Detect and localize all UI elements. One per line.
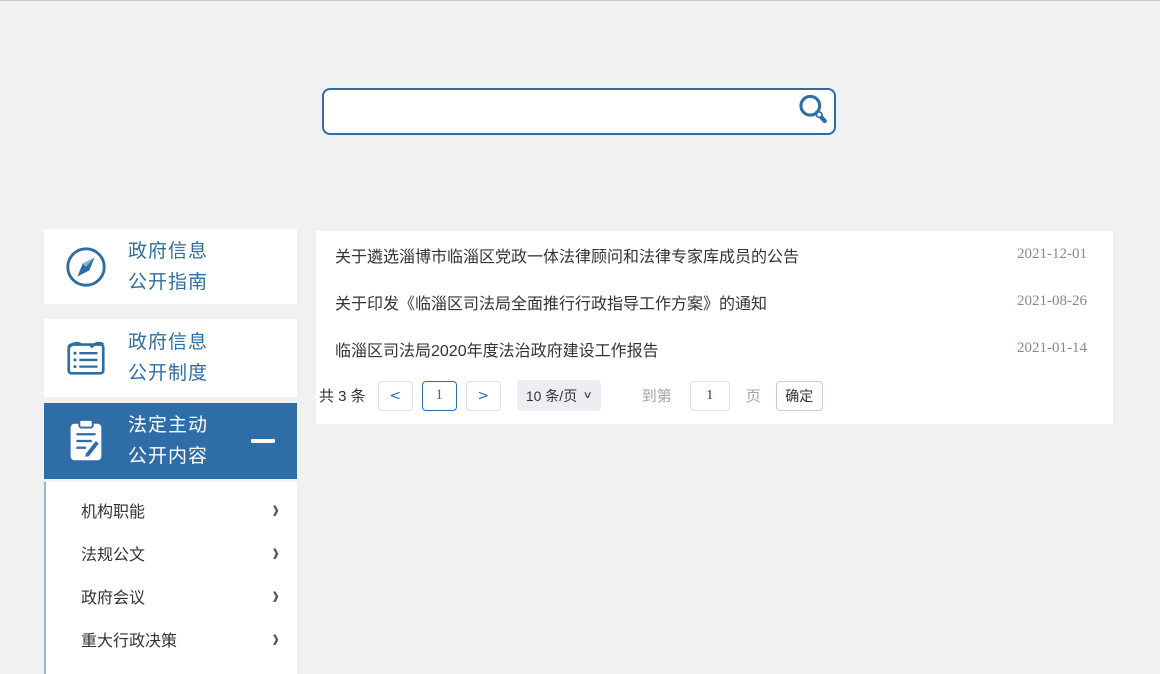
prev-page-button[interactable]: <: [377, 380, 413, 411]
chevron-right-icon: ›: [272, 580, 279, 611]
article-link[interactable]: 关于印发《临淄区司法局全面推行行政指导工作方案》的通知: [335, 290, 767, 314]
submenu-item-label: 法规公文: [81, 546, 146, 564]
total-count-label: 共 3 条: [319, 388, 366, 405]
chevron-right-icon: ›: [272, 494, 279, 525]
clipboard-icon: [44, 417, 128, 465]
search-box: [322, 88, 836, 135]
magnifier-icon: [795, 93, 829, 130]
chevron-down-icon: ∨: [582, 390, 593, 401]
list-item[interactable]: 关于遴选淄博市临淄区党政一体法律顾问和法律专家库成员的公告 2021-12-01: [316, 231, 1113, 278]
article-date: 2021-12-01: [1017, 246, 1087, 262]
sidebar-item-label: 公开指南: [128, 271, 209, 293]
article-link[interactable]: 关于遴选淄博市临淄区党政一体法律顾问和法律专家库成员的公告: [335, 243, 799, 267]
submenu-item-label: 机构职能: [81, 503, 146, 521]
submenu-item-agency-functions[interactable]: 机构职能 ›: [46, 488, 297, 531]
list-item[interactable]: 临淄区司法局2020年度法治政府建设工作报告 2021-01-14: [316, 325, 1113, 372]
document-icon: [44, 335, 128, 381]
sidebar-item-gov-info-system[interactable]: 政府信息 公开制度: [44, 319, 297, 397]
next-page-button[interactable]: >: [465, 380, 501, 411]
submenu-item-label: 重大行政决策: [81, 632, 178, 650]
article-date: 2021-01-14: [1017, 340, 1087, 356]
pagination-bar: 共 3 条 < 1 > 10 条/页 ∨ 到第 页 确定: [316, 372, 1113, 419]
page-size-value: 10 条/页: [525, 387, 578, 404]
submenu-item-gov-meetings[interactable]: 政府会议 ›: [46, 574, 297, 617]
sidebar-item-label: 公开制度: [128, 363, 209, 384]
sidebar-item-label: 政府信息: [128, 332, 209, 353]
article-date: 2021-08-26: [1017, 293, 1087, 309]
search-button[interactable]: [790, 90, 834, 133]
page-size-select[interactable]: 10 条/页 ∨: [516, 380, 601, 411]
submenu-item-regulations[interactable]: 法规公文 ›: [46, 531, 297, 574]
sidebar-item-label: 法定主动: [128, 415, 209, 436]
chevron-right-icon: ›: [272, 623, 279, 654]
submenu-item-label: 规划计划: [81, 670, 145, 674]
sidebar-item-gov-info-guide[interactable]: 政府信息 公开指南: [44, 229, 297, 304]
compass-icon: [44, 244, 128, 290]
sidebar-item-label: 政府信息: [128, 240, 209, 262]
article-link[interactable]: 临淄区司法局2020年度法治政府建设工作报告: [335, 337, 659, 361]
submenu-item-label: 政府会议: [81, 589, 146, 607]
goto-prefix-label: 到第: [641, 388, 672, 405]
sidebar-submenu: 机构职能 › 法规公文 › 政府会议 › 重大行政决策 › 规划计划 ›: [44, 482, 297, 674]
confirm-button[interactable]: 确定: [775, 380, 823, 411]
sidebar-item-statutory-disclosure[interactable]: 法定主动 公开内容: [44, 403, 297, 479]
list-item[interactable]: 关于印发《临淄区司法局全面推行行政指导工作方案》的通知 2021-08-26: [316, 278, 1113, 325]
submenu-item-major-decisions[interactable]: 重大行政决策 ›: [46, 617, 297, 660]
goto-suffix-label: 页: [745, 388, 761, 405]
chevron-right-icon: ›: [272, 668, 279, 674]
article-list-panel: 关于遴选淄博市临淄区党政一体法律顾问和法律专家库成员的公告 2021-12-01…: [316, 231, 1113, 424]
collapse-minus-icon: [251, 439, 275, 443]
goto-page-input[interactable]: [689, 380, 730, 411]
chevron-right-icon: ›: [272, 537, 279, 568]
sidebar-item-label: 公开内容: [128, 446, 209, 467]
page-number-button[interactable]: 1: [421, 380, 457, 411]
submenu-item-plans[interactable]: 规划计划 ›: [46, 660, 297, 674]
search-input[interactable]: [324, 90, 790, 133]
